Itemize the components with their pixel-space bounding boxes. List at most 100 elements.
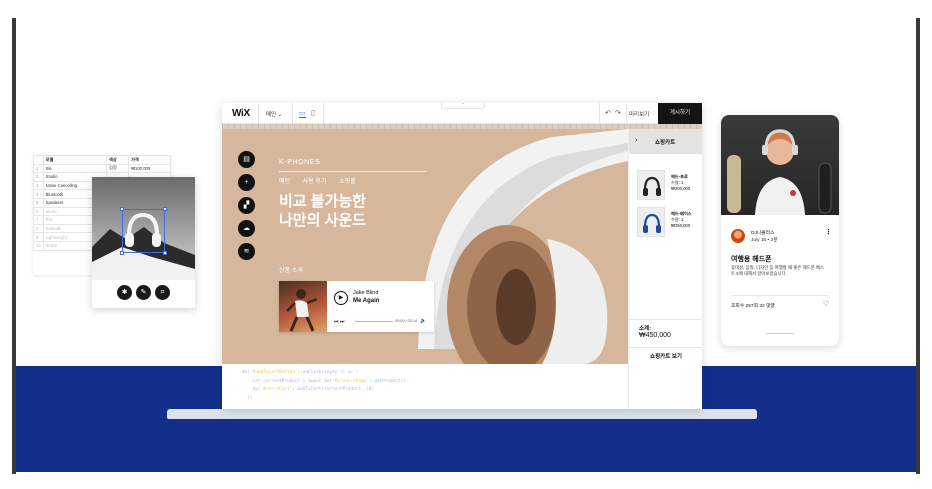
wix-logo: WiX xyxy=(232,108,250,119)
crop-icon[interactable]: ⌗ xyxy=(155,285,170,300)
preview-button[interactable]: 미리보기 xyxy=(629,110,649,118)
publish-button[interactable]: 게시하기 xyxy=(658,103,702,124)
nav-item-shop[interactable]: 쇼핑몰 xyxy=(339,179,356,185)
chevron-right-icon[interactable]: › xyxy=(635,137,637,144)
previous-icon[interactable]: ⏮ xyxy=(334,319,339,325)
cart-item[interactable]: 헤드-프로 수량: 1 ₩200,000 xyxy=(637,170,699,202)
code-token: ).getProduct() xyxy=(368,378,406,384)
database-icon[interactable]: ≋ xyxy=(238,243,255,260)
toolbar-divider xyxy=(626,103,627,124)
page-dropdown-label: 메인 xyxy=(266,112,277,118)
headphone-thumb-icon xyxy=(643,213,661,233)
resize-handle[interactable] xyxy=(120,251,124,255)
artist-name: Jake Blind xyxy=(353,290,379,296)
column-header: 색상 xyxy=(105,155,130,165)
author-name[interactable]: DJ니콜리스 xyxy=(751,229,775,236)
photo-editor-card: ✱ ✎ ⌗ xyxy=(92,177,195,308)
cell-price: ₩100,000 xyxy=(128,163,171,174)
toolbar-divider xyxy=(258,103,259,124)
volume-icon[interactable]: 🔈 xyxy=(420,318,426,324)
person-with-headphones-illustration xyxy=(727,129,832,215)
site-canvas: ▤ + ▞ ☁ ≋ K-PHONES 메인 사용 후기 쇼핑몰 비교 불가능한 … xyxy=(222,129,628,364)
headphone-photo xyxy=(92,177,195,280)
undo-icon[interactable]: ↶ xyxy=(605,109,611,117)
subtotal-value: ₩450,000 xyxy=(639,332,671,339)
add-icon[interactable]: + xyxy=(238,174,255,191)
resize-handle[interactable] xyxy=(163,251,167,255)
column-header xyxy=(33,155,44,165)
post-meta: July 16 • 3분 xyxy=(751,238,778,243)
music-player: ▶ Jake Blind Me Again ⏮ ⏭ 00:00 / 03:14 … xyxy=(279,281,434,332)
cart-item-price: ₩200,000 xyxy=(671,186,691,191)
more-options-icon[interactable]: ⋮ xyxy=(825,228,832,236)
hero-title-line1: 비교 불가능한 xyxy=(279,193,366,210)
toolbar-divider xyxy=(292,103,293,124)
heart-icon[interactable]: ♡ xyxy=(823,300,829,308)
table-header-row: 모델 색상 가격 xyxy=(33,155,171,165)
selection-box[interactable] xyxy=(120,207,167,255)
cart-divider xyxy=(629,319,702,320)
code-token: }) xyxy=(242,395,253,401)
track-time: 00:00 / 03:14 xyxy=(395,319,418,323)
cart-title: 쇼핑카트 xyxy=(655,140,676,146)
play-button[interactable]: ▶ xyxy=(334,291,348,305)
code-string: '#productPage' xyxy=(331,378,369,384)
code-token: ).onClick(async () => { xyxy=(297,370,359,375)
view-cart-button[interactable]: 쇼핑카트 보기 xyxy=(629,347,702,365)
code-token: ).addToCart(currentProduct._id) xyxy=(292,387,375,393)
code-token: $w( xyxy=(242,387,261,393)
row-index: 8 xyxy=(33,223,44,234)
nav-item-home[interactable]: 메인 xyxy=(279,179,290,185)
cell-model: Ski xyxy=(42,163,108,174)
next-icon[interactable]: ⏭ xyxy=(340,319,345,325)
editor-toolbar: WiX 메인 ⌄ ▭ ▯ ⌃ ↶ ↷ 미리보기 게시하기 xyxy=(222,103,702,124)
code-snippet: $w('#addToCartButton').onClick(async () … xyxy=(242,369,406,403)
mobile-icon[interactable]: ▯ xyxy=(311,109,315,117)
pencil-icon[interactable]: ✎ xyxy=(136,285,151,300)
pages-icon[interactable]: ▤ xyxy=(238,151,255,168)
avatar[interactable] xyxy=(731,229,745,243)
row-index: 5 xyxy=(33,197,44,208)
toolbar-divider xyxy=(599,103,600,124)
settings-icon[interactable]: ✱ xyxy=(117,285,132,300)
progress-bar[interactable] xyxy=(355,321,393,322)
toolbar-divider xyxy=(323,103,324,124)
blog-cover-photo xyxy=(721,115,839,215)
upload-icon[interactable]: ☁ xyxy=(238,220,255,237)
subtotal-label: 소계: xyxy=(639,326,651,332)
hero-title-line2: 나만의 사운드 xyxy=(279,212,366,229)
row-index: 2 xyxy=(33,172,44,182)
cart-item[interactable]: 헤드-베이스 수량: 1 ₩250,000 xyxy=(637,207,699,239)
cart-item-thumb xyxy=(637,207,665,237)
cart-item-info: 헤드-프로 수량: 1 ₩200,000 xyxy=(671,174,690,192)
artist-photo xyxy=(279,281,327,332)
collapse-toolbar-tab[interactable]: ⌃ xyxy=(441,103,485,109)
brand-divider xyxy=(279,171,427,172)
resize-handle[interactable] xyxy=(163,207,167,211)
row-index: 10 xyxy=(33,240,44,251)
column-header: 모델 xyxy=(42,155,108,165)
code-token: $w( xyxy=(242,370,250,375)
home-indicator xyxy=(766,333,794,334)
add-tools-bar: ▤ + ▞ ☁ ≋ xyxy=(238,151,255,266)
apps-icon[interactable]: ▞ xyxy=(238,197,255,214)
desktop-icon[interactable]: ▭ xyxy=(299,109,306,118)
table-row[interactable]: 1 Ski 검정 ₩100,000 xyxy=(33,163,171,174)
code-string: '#storeCart' xyxy=(260,387,293,393)
song-title: Me Again xyxy=(353,298,380,304)
row-index: 9 xyxy=(33,232,44,242)
page-dropdown[interactable]: 메인 ⌄ xyxy=(266,110,282,118)
player-controls: ⏮ ⏭ xyxy=(334,319,344,325)
editor-window: WiX 메인 ⌄ ▭ ▯ ⌃ ↶ ↷ 미리보기 게시하기 ▤ + ▞ ☁ ≋ K… xyxy=(222,103,702,409)
post-title[interactable]: 여행용 헤드폰 xyxy=(731,254,772,264)
resize-handle[interactable] xyxy=(120,207,124,211)
site-brand: K-PHONES xyxy=(279,159,321,166)
post-stats: 조회수 257회 32 댓글 xyxy=(731,304,775,309)
redo-icon[interactable]: ↷ xyxy=(615,109,621,117)
cart-item-thumb xyxy=(637,170,665,200)
chevron-down-icon: ⌄ xyxy=(277,112,283,118)
nav-item-reviews[interactable]: 사용 후기 xyxy=(303,179,327,185)
cart-item-price: ₩250,000 xyxy=(671,223,691,228)
row-index: 4 xyxy=(33,189,44,199)
cart-panel: › 쇼핑카트 헤드-프로 수량: 1 ₩200,000 헤드-베이스 수량: 1… xyxy=(628,129,702,409)
